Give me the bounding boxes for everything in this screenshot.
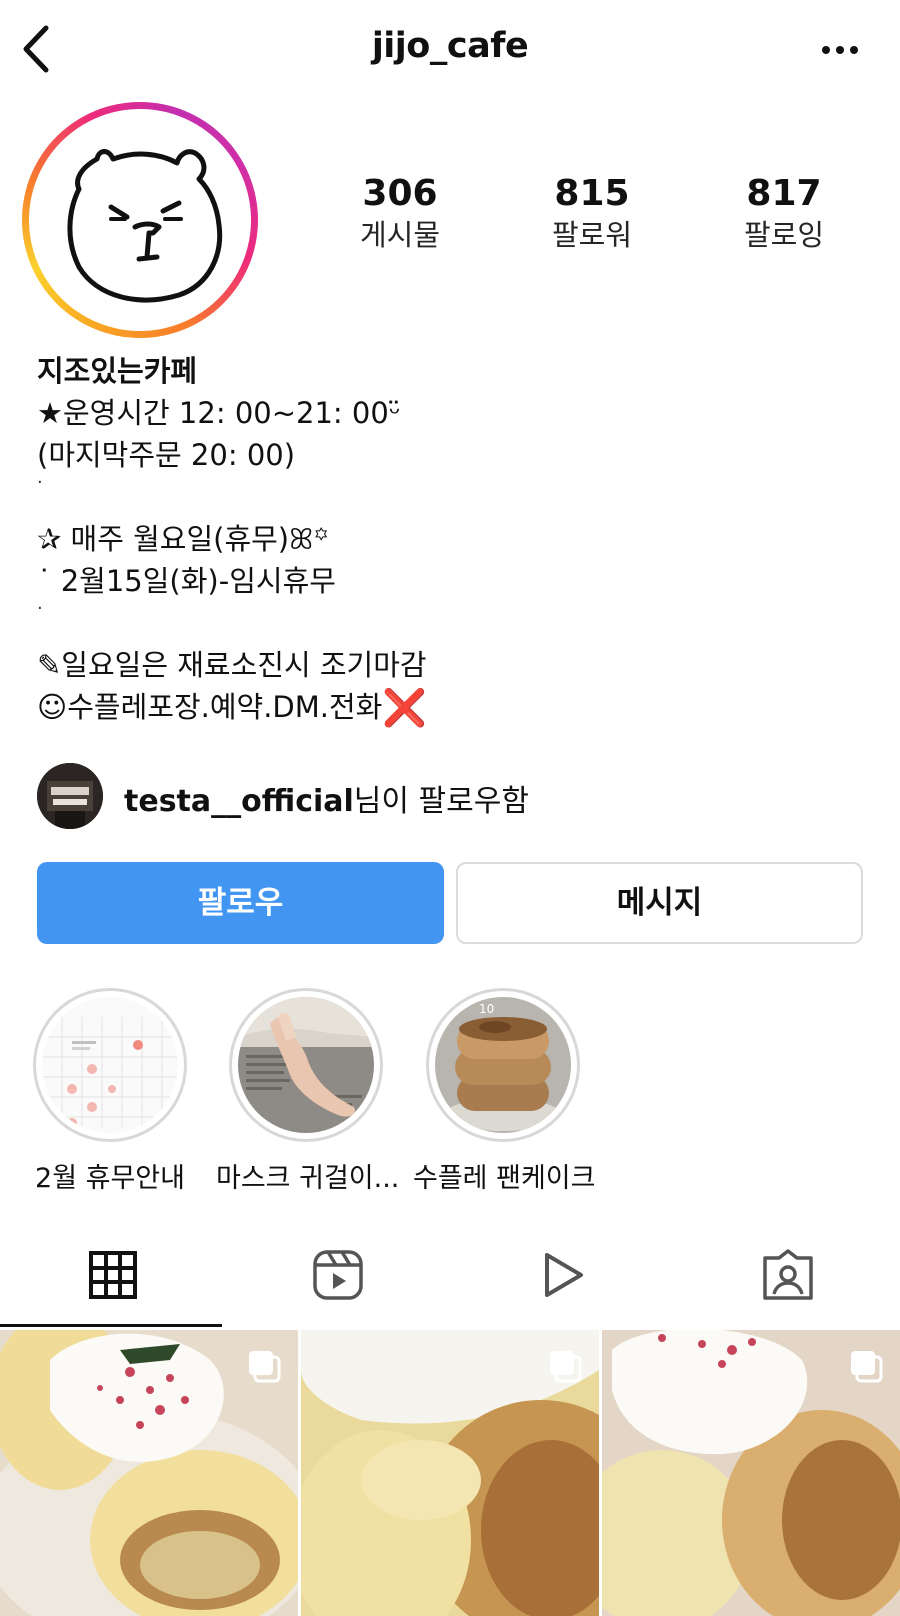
followers-count-value: 815 [554,173,630,214]
followers-count-label: 팔로워 [551,218,633,252]
post-thumbnail[interactable] [0,1330,298,1616]
highlight-cover-hand [238,997,374,1133]
grid-icon [88,1251,137,1299]
highlight-label: 수플레 팬케이크 [413,1163,596,1194]
post-thumbnail[interactable] [301,1330,599,1616]
profile-avatar-story-ring[interactable] [22,102,258,338]
tab-posts-grid[interactable] [0,1222,225,1328]
reels-icon [312,1250,363,1300]
highlight-cover-calendar [42,997,178,1133]
following-count[interactable]: 817 팔로잉 [704,172,864,254]
profile-header: jijo_cafe [0,0,900,100]
tab-reels[interactable] [225,1222,450,1328]
store-photo-thumbnail [37,763,103,829]
post-thumbnail[interactable] [602,1330,900,1616]
tab-videos[interactable] [450,1222,675,1328]
followed-by-suffix: 님이 팔로우함 [353,784,529,819]
bio-dot-separator: · [37,472,43,493]
bio-display-name: 지조있는카페 [37,354,198,388]
highlight-label: 2월 휴무안내 [35,1163,185,1194]
selected-tab-indicator [0,1324,222,1327]
highlight-label: 마스크 귀걸이... [216,1163,400,1194]
posts-grid [0,1330,900,1616]
bio-line-sunday-notice: ✎일요일은 재료소진시 조기마감 [37,648,427,682]
posts-count: 306 게시물 [320,172,480,254]
highlight-item[interactable]: 10 수플레 팬케이크 [413,988,596,1195]
profile-username-title: jijo_cafe [371,26,529,66]
bear-face-drawing-icon [67,149,223,303]
svg-text:10: 10 [479,1002,494,1016]
posts-count-label: 게시물 [359,218,441,252]
message-button[interactable]: 메시지 [456,862,863,944]
multiple-photos-icon [249,1351,281,1383]
tab-tagged[interactable] [675,1222,900,1328]
bio-line-hours: ★운영시간 12: 00~21: 00ᵕ̈ [37,396,401,430]
followed-by-avatar[interactable] [37,763,103,829]
profile-avatar [39,119,241,321]
bio-reservation-text: ☺︎수플레포장.예약.DM.전화 [37,690,383,724]
bio-line-closed-monday: ✰ 매주 월요일(휴무)ꕤ꙳ [37,522,330,556]
bio-line-temp-closure: ˙ 2월15일(화)-임시휴무 [37,564,336,598]
tagged-person-icon [762,1249,813,1300]
more-horizontal-icon [822,46,858,54]
followers-count[interactable]: 815 팔로워 [512,172,672,254]
following-count-value: 817 [746,173,822,214]
multiple-photos-icon [851,1351,883,1383]
following-count-label: 팔로잉 [743,218,825,252]
highlight-item[interactable]: 2월 휴무안내 [20,988,200,1195]
followed-by-text[interactable]: testa__official님이 팔로우함 [124,776,529,820]
profile-bio: 지조있는카페 ★운영시간 12: 00~21: 00ᵕ̈ (마지막주문 20: … [37,350,857,729]
highlight-cover-pancake: 10 [435,997,571,1133]
multiple-photos-icon [550,1351,582,1383]
bio-line-reservation-notice: ☺︎수플레포장.예약.DM.전화❌ [37,686,857,729]
followed-by-username[interactable]: testa__official [124,784,354,819]
play-icon [544,1253,583,1297]
more-options-button[interactable] [820,40,860,60]
follow-button[interactable]: 팔로우 [37,862,444,944]
highlight-item[interactable]: 마스크 귀걸이... [216,988,400,1195]
cross-mark-icon: ❌ [382,688,428,729]
profile-content-tabs [0,1222,900,1328]
posts-count-value: 306 [362,173,438,214]
bio-dot-separator: · [37,598,43,619]
bio-line-last-order: (마지막주문 20: 00) [37,438,296,472]
